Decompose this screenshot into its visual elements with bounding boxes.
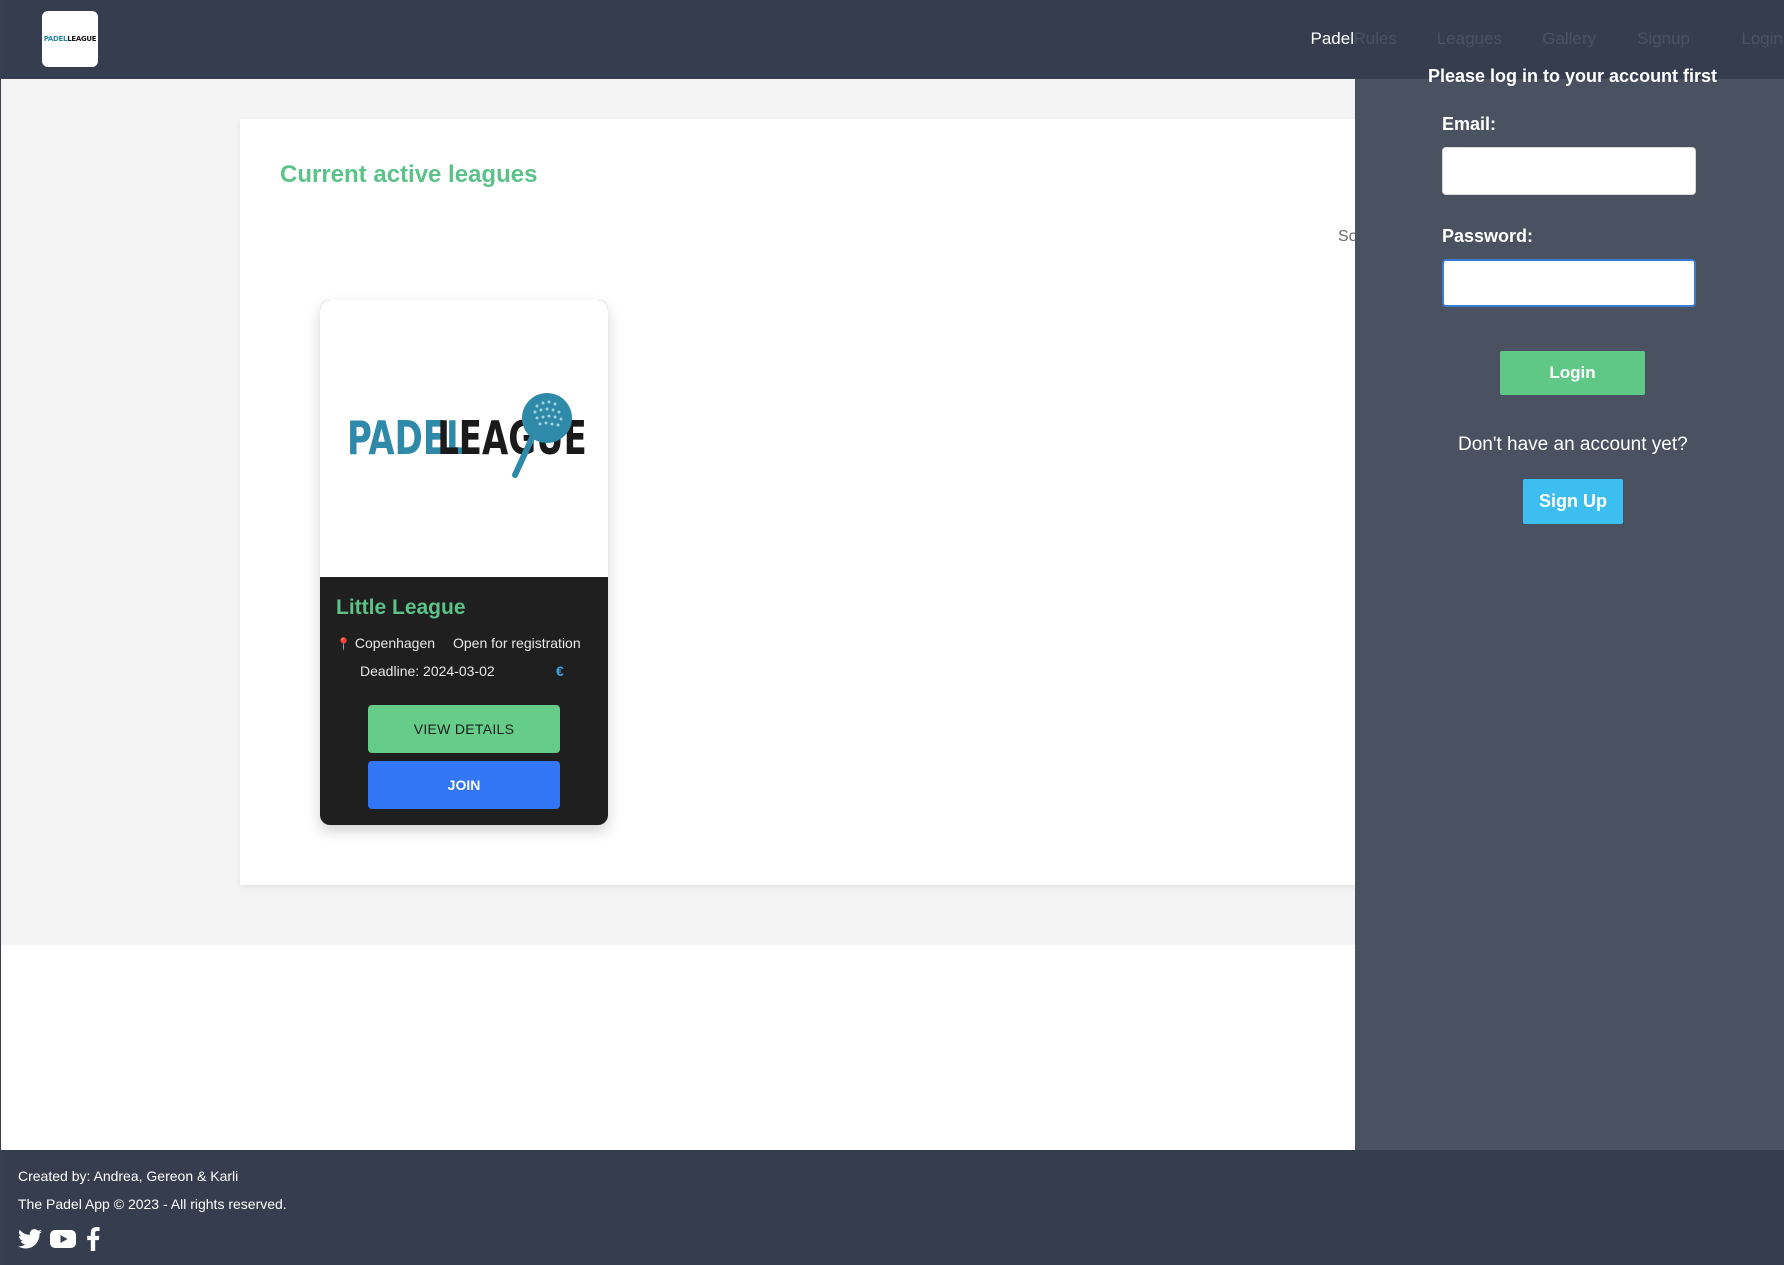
league-status: Open for registration	[453, 635, 581, 651]
youtube-icon[interactable]	[50, 1229, 76, 1249]
league-location: 📍 Copenhagen	[336, 635, 435, 651]
footer-copyright: The Padel App © 2023 - All rights reserv…	[18, 1196, 287, 1212]
view-details-button[interactable]: VIEW DETAILS	[368, 705, 560, 753]
login-sidebar	[1355, 79, 1784, 1150]
password-label: Password:	[1442, 226, 1534, 246]
league-location-text: Copenhagen	[354, 635, 436, 651]
nav-item-rules[interactable]: Rules	[1354, 29, 1397, 49]
join-button[interactable]: JOIN	[368, 761, 560, 809]
login-button[interactable]: Login	[1500, 351, 1645, 395]
twitter-icon[interactable]	[18, 1228, 42, 1250]
league-image: PADEL LEAGUE	[320, 300, 608, 577]
league-deadline: Deadline: 2024-03-02	[360, 663, 495, 679]
facebook-icon[interactable]	[86, 1227, 100, 1251]
padel-league-logo: PADEL LEAGUE	[347, 393, 587, 478]
nav-item-padel[interactable]: Padel	[1311, 29, 1354, 49]
footer-credits: Created by: Andrea, Gereon & Karli	[18, 1168, 239, 1184]
nav-item-signup[interactable]: Signup	[1637, 29, 1690, 49]
league-name: Little League	[336, 596, 466, 619]
euro-icon: €	[556, 663, 564, 679]
page-title: Current active leagues	[280, 161, 538, 188]
password-field[interactable]	[1442, 259, 1696, 307]
league-card: PADEL LEAGUE Little League 📍 Copenhagen …	[320, 300, 608, 825]
login-heading: Please log in to your account first	[1428, 66, 1718, 86]
site-logo[interactable]: PADELLEAGUE	[42, 11, 98, 67]
social-links	[18, 1227, 100, 1251]
nav-item-leagues[interactable]: Leagues	[1437, 29, 1502, 49]
no-account-text: Don't have an account yet?	[1458, 434, 1688, 455]
nav-item-gallery[interactable]: Gallery	[1542, 29, 1596, 49]
site-logo-text: PADELLEAGUE	[43, 35, 97, 43]
signup-button[interactable]: Sign Up	[1523, 479, 1623, 524]
location-pin-icon: 📍	[336, 637, 351, 651]
email-field[interactable]	[1442, 147, 1696, 195]
email-label: Email:	[1442, 114, 1497, 134]
nav-item-login[interactable]: Login	[1741, 29, 1783, 49]
site-footer: Created by: Andrea, Gereon & Karli The P…	[1, 1150, 1784, 1265]
